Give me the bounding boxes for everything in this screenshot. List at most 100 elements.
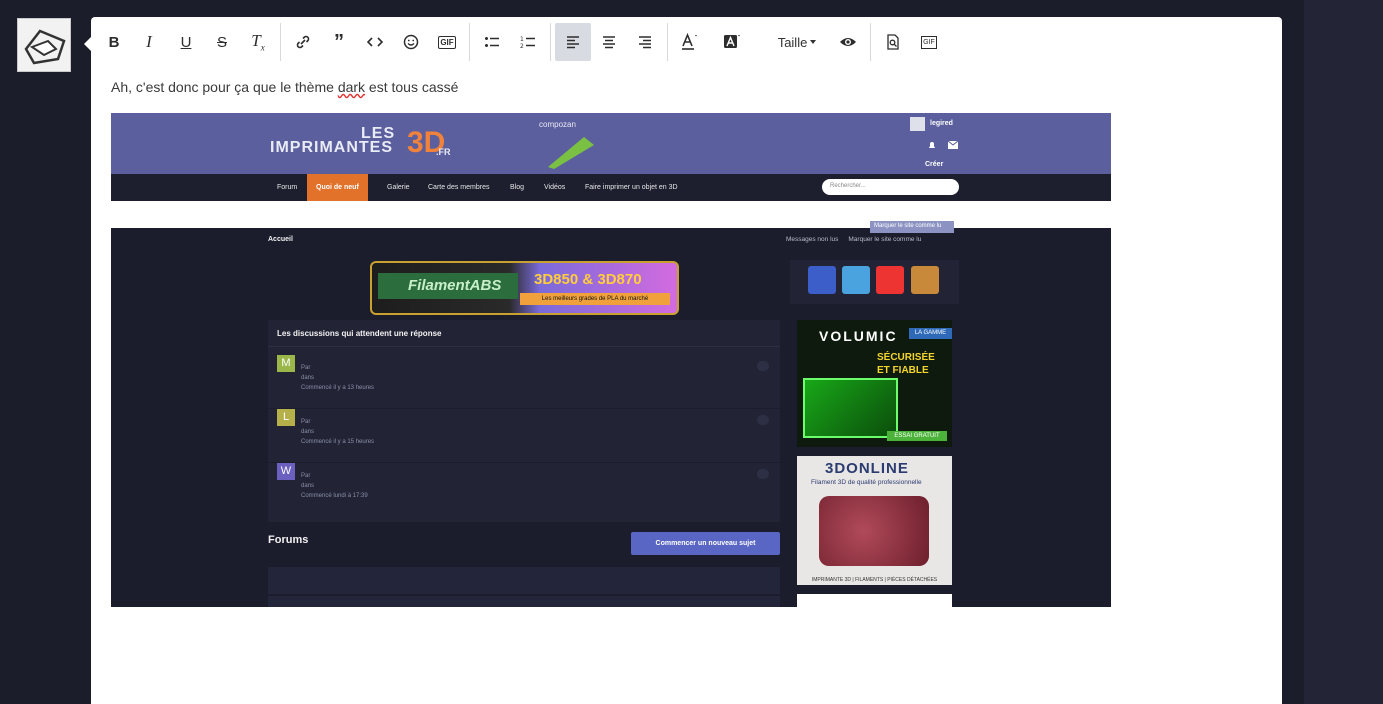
right-sidebar-strip: [1304, 0, 1383, 704]
bullet-list-icon: [485, 37, 499, 47]
list-item[interactable]: M Par dans Commencé il y a 13 heures: [277, 355, 771, 405]
thread-avatar: W: [277, 463, 295, 480]
gif-insert-icon: GIF: [921, 35, 937, 49]
text-color-button[interactable]: [672, 23, 708, 61]
avatar[interactable]: [17, 18, 71, 72]
gif-icon: GIF: [438, 35, 456, 49]
code-icon: [367, 37, 383, 47]
code-button[interactable]: [357, 23, 393, 61]
gif-insert-button[interactable]: GIF: [911, 23, 947, 61]
instagram-icon[interactable]: [911, 266, 939, 294]
user-avatar[interactable]: [910, 117, 925, 131]
ad1-brand: VOLUMIC: [819, 328, 898, 344]
nav-item-galerie[interactable]: Galerie: [387, 174, 410, 201]
link-icon: [296, 35, 310, 49]
unread-link[interactable]: Messages non lus: [786, 236, 838, 243]
align-center-icon: [603, 36, 615, 49]
thread-avatar: M: [277, 355, 295, 372]
font-size-label: Taille: [777, 34, 808, 50]
nav-item-faire-imprimer[interactable]: Faire imprimer un objet en 3D: [585, 174, 678, 201]
thread-in: dans: [301, 375, 315, 381]
font-size-dropdown[interactable]: Taille: [767, 23, 827, 61]
nav-item-carte[interactable]: Carte des membres: [428, 174, 489, 201]
ad-banner[interactable]: FilamentABS 3D850 & 3D870 Les meilleurs …: [370, 261, 679, 315]
youtube-icon[interactable]: [876, 266, 904, 294]
message-text-end: est tous cassé: [365, 79, 459, 95]
ad-placeholder: [797, 594, 952, 607]
list-item[interactable]: L Par dans Commencé il y a 15 heures: [277, 409, 771, 459]
new-topic-button[interactable]: Commencer un nouveau sujet: [631, 532, 780, 555]
volumic-ad[interactable]: VOLUMIC LA GAMME SÉCURISÉE ET FIABLE ESS…: [797, 320, 952, 447]
underline-button[interactable]: U: [168, 23, 204, 61]
nav-item-forum[interactable]: Forum: [277, 174, 297, 201]
numbered-list-icon: 12: [520, 36, 535, 50]
link-button[interactable]: [285, 23, 321, 61]
gif-button[interactable]: GIF: [429, 23, 465, 61]
ad1-line1: SÉCURISÉE: [877, 352, 935, 363]
tooltip: Marquer le site comme lu: [870, 221, 954, 233]
thread-by: Par: [301, 473, 311, 479]
thread-by: Par: [301, 419, 311, 425]
strikethrough-button[interactable]: S: [204, 23, 240, 61]
panel-title: Les discussions qui attendent une répons…: [277, 329, 442, 338]
bell-icon[interactable]: [927, 140, 937, 150]
emoji-button[interactable]: [393, 23, 429, 61]
mark-read-link[interactable]: Marquer le site comme lu: [848, 236, 921, 243]
misspelled-word: dark: [337, 79, 366, 95]
thread-started: Commencé il y a 15 heures: [301, 439, 375, 445]
nav-item-videos[interactable]: Vidéos: [544, 174, 565, 201]
bold-button[interactable]: B: [96, 23, 132, 61]
thread-started: Commencé lundi à 17:39: [301, 493, 368, 499]
embedded-screenshot[interactable]: LES IMPRIMANTES 3D .FR compozan legired …: [111, 113, 1111, 607]
clear-formatting-button[interactable]: Tx: [240, 23, 276, 61]
search-document-icon: [887, 34, 899, 50]
create-button[interactable]: Créer: [925, 161, 943, 168]
message-text[interactable]: Ah, c'est donc pour ça que le thème dark…: [111, 79, 458, 95]
ad1-line2: ET FIABLE: [877, 365, 929, 376]
numbered-list-button[interactable]: 12: [510, 23, 546, 61]
toolbar-separator: [550, 23, 551, 61]
background-color-button[interactable]: [715, 23, 751, 61]
thread-in: dans: [301, 429, 315, 435]
twitter-icon[interactable]: [842, 266, 870, 294]
editor[interactable]: B I U S Tx ” GIF 12 Taille GIF Ah, c'est…: [91, 17, 1282, 704]
site-search-input[interactable]: Rechercher...: [822, 179, 959, 195]
bullet-list-button[interactable]: [474, 23, 510, 61]
printer-image: [803, 378, 898, 438]
svg-text:1: 1: [520, 36, 524, 43]
ad2-sub: Filament 3D de qualité professionnelle: [811, 479, 922, 486]
align-center-button[interactable]: [591, 23, 627, 61]
align-left-button[interactable]: [555, 23, 591, 61]
align-right-button[interactable]: [627, 23, 663, 61]
clear-formatting-icon: Tx: [251, 31, 265, 53]
sponsor-logo-icon: [548, 137, 594, 169]
breadcrumb[interactable]: Accueil: [268, 236, 293, 243]
username[interactable]: legired: [930, 120, 953, 127]
preview-button[interactable]: [830, 23, 866, 61]
toolbar-separator: [469, 23, 470, 61]
forum-row[interactable]: [268, 567, 780, 594]
avatar-logo-icon: [24, 29, 66, 65]
nav-item-quoi-de-neuf[interactable]: Quoi de neuf: [307, 174, 368, 201]
site-header: LES IMPRIMANTES 3D .FR compozan legired …: [111, 113, 1111, 174]
reply-count: [757, 361, 769, 371]
list-item[interactable]: W Par dans Commencé lundi à 17:39: [277, 463, 771, 513]
filament-spool-image: [819, 496, 929, 566]
site-nav: Forum Quoi de neuf Galerie Carte des mem…: [111, 174, 1111, 201]
forum-row[interactable]: [268, 596, 780, 607]
toolbar-separator: [667, 23, 668, 61]
3donline-ad[interactable]: 3DONLINE Filament 3D de qualité professi…: [797, 456, 952, 585]
social-links: [790, 260, 959, 304]
divider: [268, 346, 780, 347]
quote-button[interactable]: ”: [321, 23, 357, 61]
mail-icon[interactable]: [948, 141, 958, 149]
ad1-button: ESSAI GRATUIT: [887, 431, 947, 441]
facebook-icon[interactable]: [808, 266, 836, 294]
italic-button[interactable]: I: [131, 23, 167, 61]
nav-item-blog[interactable]: Blog: [510, 174, 524, 201]
message-text-start: Ah, c'est donc pour ça que le thème: [111, 79, 338, 95]
sponsor-text: compozan: [539, 120, 576, 129]
reply-count: [757, 469, 769, 479]
align-right-icon: [639, 36, 651, 49]
find-replace-button[interactable]: [875, 23, 911, 61]
